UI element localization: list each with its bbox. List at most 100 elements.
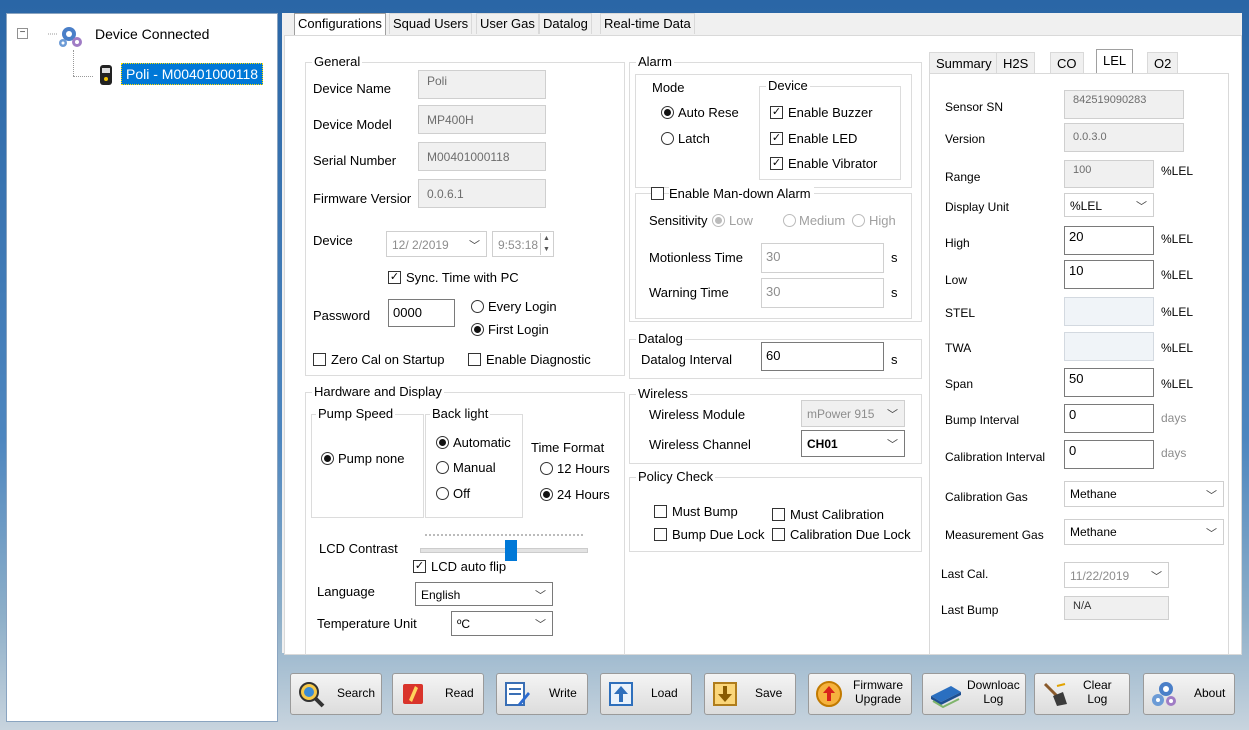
write-button[interactable]: Write	[496, 673, 588, 715]
time-24h-radio[interactable]	[540, 488, 553, 501]
device-date-picker[interactable]: 12/ 2/2019 ﹀	[386, 231, 487, 257]
tab-datalog[interactable]: Datalog	[539, 13, 592, 34]
sensitivity-high-radio[interactable]	[852, 214, 865, 227]
lcd-contrast-slider-thumb[interactable]	[504, 540, 517, 561]
temperature-unit-label: Temperature Unit	[317, 616, 417, 631]
pump-speed-group: Pump Speed	[311, 406, 424, 518]
motionless-time-label: Motionless Time	[649, 250, 743, 265]
enable-led-checkbox[interactable]: ✓	[770, 132, 783, 145]
enable-mandown-checkbox[interactable]	[651, 187, 664, 200]
enable-diagnostic-checkbox[interactable]	[468, 353, 481, 366]
read-button[interactable]: Read	[392, 673, 484, 715]
tree-item-device[interactable]: Poli - M00401000118	[121, 63, 264, 85]
backlight-automatic-radio[interactable]	[436, 436, 449, 449]
clear-log-button[interactable]: Clear Log	[1034, 673, 1130, 715]
main-tabstrip: Configurations Squad Users User Gas Data…	[282, 13, 1242, 35]
bump-interval-field[interactable]: 0	[1064, 404, 1154, 433]
tab-user-gas[interactable]: User Gas	[476, 13, 539, 34]
span-field[interactable]: 50	[1064, 368, 1154, 397]
last-bump-field: N/A	[1064, 596, 1169, 620]
calibration-interval-field[interactable]: 0	[1064, 440, 1154, 469]
motionless-time-field[interactable]: 30	[761, 243, 884, 273]
general-title: General	[312, 54, 363, 69]
high-alarm-field[interactable]: 20	[1064, 226, 1154, 255]
password-field[interactable]: 0000	[388, 299, 455, 327]
pump-none-radio[interactable]	[321, 452, 334, 465]
enable-buzzer-checkbox[interactable]: ✓	[770, 106, 783, 119]
tab-configurations[interactable]: Configurations	[294, 13, 386, 35]
must-bump-checkbox[interactable]	[654, 505, 667, 518]
low-alarm-field[interactable]: 10	[1064, 260, 1154, 289]
display-unit-label: Display Unit	[945, 200, 1010, 214]
firmware-upgrade-label-line2: Upgrade	[854, 692, 902, 706]
save-button[interactable]: Save	[704, 673, 796, 715]
stel-field[interactable]	[1064, 297, 1154, 326]
device-model-label: Device Model	[313, 117, 392, 132]
sensor-tab-co[interactable]: CO	[1050, 52, 1084, 74]
time-spinner-icon[interactable]: ▲ ▼	[540, 233, 552, 255]
temperature-unit-select[interactable]: ºC ﹀	[451, 611, 553, 636]
sensor-version-label: Version	[945, 132, 986, 146]
datalog-interval-label: Datalog Interval	[641, 352, 733, 367]
calibration-gas-select[interactable]: Methane ﹀	[1064, 481, 1224, 507]
sensor-tab-o2[interactable]: O2	[1147, 52, 1179, 74]
enable-vibrator-checkbox[interactable]: ✓	[770, 157, 783, 170]
sensor-tab-lel[interactable]: LEL	[1096, 49, 1134, 74]
measurement-gas-select[interactable]: Methane ﹀	[1064, 519, 1224, 545]
high-alarm-unit: %LEL	[1161, 232, 1194, 246]
range-unit: %LEL	[1161, 164, 1194, 178]
tab-squad-users[interactable]: Squad Users	[389, 13, 473, 34]
calibration-interval-label: Calibration Interval	[945, 450, 1046, 464]
display-unit-select[interactable]: %LEL ﹀	[1064, 193, 1154, 217]
serial-number-field: M00401000118	[418, 142, 546, 171]
sensor-tab-summary[interactable]: Summary	[929, 52, 999, 74]
latch-radio[interactable]	[661, 132, 674, 145]
auto-reset-radio[interactable]	[661, 106, 674, 119]
sensor-tab-h2s[interactable]: H2S	[996, 52, 1036, 74]
language-select[interactable]: English ﹀	[415, 582, 553, 606]
calibration-due-lock-checkbox[interactable]	[772, 528, 785, 541]
alarm-title: Alarm	[636, 54, 674, 69]
chevron-down-icon: ﹀	[1206, 528, 1217, 540]
wireless-title: Wireless	[636, 386, 690, 401]
load-button[interactable]: Load	[600, 673, 692, 715]
configurations-panel: General Device Name Poli Device Model MP…	[284, 35, 1242, 655]
measurement-gas-value: Methane	[1070, 525, 1117, 539]
must-bump-label: Must Bump	[672, 504, 738, 519]
must-calibration-checkbox[interactable]	[772, 508, 785, 521]
last-cal-picker[interactable]: 11/22/2019 ﹀	[1064, 562, 1169, 588]
warning-time-field[interactable]: 30	[761, 278, 884, 308]
twa-field[interactable]	[1064, 332, 1154, 361]
download-log-books-icon	[931, 686, 961, 708]
wireless-channel-label: Wireless Channel	[649, 437, 751, 452]
datalog-interval-field[interactable]: 60	[761, 342, 884, 371]
search-button[interactable]: Search	[290, 673, 382, 715]
lcd-auto-flip-checkbox[interactable]: ✓	[413, 560, 426, 573]
firmware-upgrade-label: Firmware Upgrade	[853, 678, 903, 706]
device-tree-panel[interactable]: − Device Connected Poli - M00401000118	[6, 13, 278, 722]
every-login-radio[interactable]	[471, 300, 484, 313]
zero-cal-checkbox[interactable]	[313, 353, 326, 366]
backlight-off-radio[interactable]	[436, 487, 449, 500]
sensitivity-low-label: Low	[729, 213, 753, 228]
chevron-down-icon: ﹀	[535, 619, 546, 631]
backlight-manual-radio[interactable]	[436, 461, 449, 474]
first-login-radio[interactable]	[471, 323, 484, 336]
time-24h-label: 24 Hours	[557, 487, 610, 502]
sensitivity-low-radio[interactable]	[712, 214, 725, 227]
wireless-channel-select[interactable]: CH01 ﹀	[801, 430, 905, 457]
device-name-label: Device Name	[313, 81, 392, 96]
time-12h-radio[interactable]	[540, 462, 553, 475]
download-log-button[interactable]: Downloac Log	[922, 673, 1026, 715]
tab-realtime-data[interactable]: Real-time Data	[600, 13, 695, 34]
clear-broom-icon	[1043, 682, 1067, 706]
wireless-module-select[interactable]: mPower 915 ﹀	[801, 400, 905, 427]
device-time-picker[interactable]: 9:53:18 ▲ ▼	[492, 231, 554, 257]
sensitivity-medium-radio[interactable]	[783, 214, 796, 227]
about-button[interactable]: About	[1143, 673, 1235, 715]
tree-root-label[interactable]: Device Connected	[95, 26, 209, 42]
tree-collapse-toggle[interactable]: −	[17, 28, 28, 39]
firmware-upgrade-button[interactable]: Firmware Upgrade	[808, 673, 912, 715]
bump-due-lock-checkbox[interactable]	[654, 528, 667, 541]
sync-time-checkbox[interactable]: ✓	[388, 271, 401, 284]
